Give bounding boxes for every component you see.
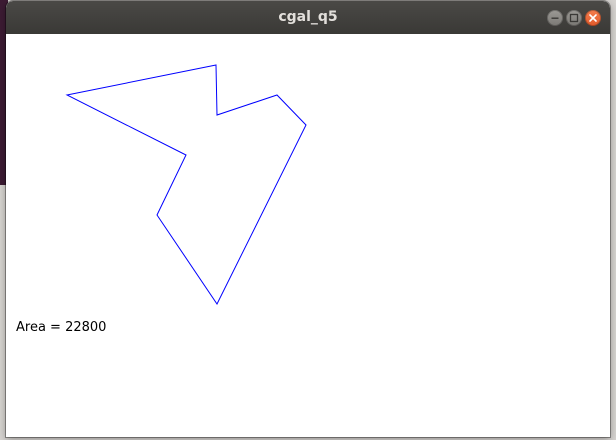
- close-button[interactable]: [585, 10, 601, 26]
- area-label: Area = 22800: [16, 320, 107, 335]
- desktop-background: cgal_q5 Area = 22800: [0, 0, 616, 440]
- window-title: cgal_q5: [278, 9, 338, 25]
- polygon-canvas: [65, 64, 307, 305]
- window-titlebar[interactable]: cgal_q5: [6, 1, 610, 34]
- minimize-icon: [551, 17, 559, 19]
- maximize-icon: [569, 13, 579, 23]
- close-icon: [589, 14, 597, 22]
- app-window: cgal_q5 Area = 22800: [6, 1, 610, 437]
- maximize-button[interactable]: [566, 10, 582, 26]
- polygon-shape: [65, 64, 307, 305]
- drawing-canvas[interactable]: Area = 22800: [6, 34, 610, 437]
- minimize-button[interactable]: [547, 10, 563, 26]
